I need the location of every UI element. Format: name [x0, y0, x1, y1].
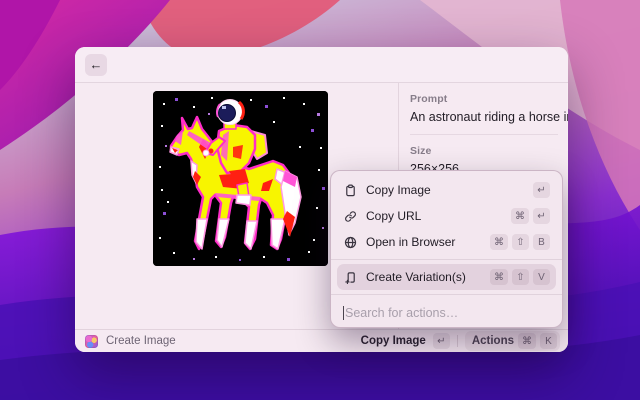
back-button[interactable]: ←: [85, 54, 107, 76]
prompt-label: Prompt: [410, 93, 558, 105]
return-key-badge: ↵: [533, 182, 550, 198]
dalle-app-icon: [85, 335, 98, 348]
window-titlebar: ←: [75, 47, 568, 83]
app-chip: Create Image: [85, 335, 176, 348]
globe-icon: [343, 235, 357, 249]
menu-item-label: Copy Image: [366, 183, 524, 197]
menu-separator: [331, 294, 562, 295]
statusbar-separator: [457, 335, 458, 347]
metadata-panel: Prompt An astronaut riding a horse in… S…: [410, 93, 558, 176]
metadata-separator: [410, 134, 558, 135]
menu-item-create-variations[interactable]: Create Variation(s) ⌘ ⇧ V: [337, 264, 556, 290]
prompt-value: An astronaut riding a horse in…: [410, 110, 558, 124]
menu-item-copy-url[interactable]: Copy URL ⌘ ↵: [337, 203, 556, 229]
menu-separator: [331, 259, 562, 260]
menu-item-open-in-browser[interactable]: Open in Browser ⌘ ⇧ B: [337, 229, 556, 255]
b-key-badge: B: [533, 234, 550, 250]
menu-item-copy-image[interactable]: Copy Image ↵: [337, 177, 556, 203]
generated-image-preview: [153, 91, 328, 266]
screen: ←: [0, 0, 640, 400]
v-key-badge: V: [533, 269, 550, 285]
return-key-badge: ↵: [433, 333, 450, 349]
cmd-key-badge: ⌘: [490, 269, 508, 285]
copy-plus-icon: [343, 270, 357, 284]
cmd-key-badge: ⌘: [511, 208, 529, 224]
return-key-badge: ↵: [533, 208, 550, 224]
k-key-badge: K: [540, 333, 557, 349]
cmd-key-badge: ⌘: [490, 234, 508, 250]
text-caret: [343, 306, 344, 320]
shift-key-badge: ⇧: [512, 234, 529, 250]
actions-popover: Copy Image ↵ Copy URL ⌘ ↵: [330, 170, 563, 328]
actions-label: Actions: [472, 335, 514, 347]
clipboard-icon: [343, 183, 357, 197]
shift-key-badge: ⇧: [512, 269, 529, 285]
status-bar: Create Image Copy Image ↵ Actions ⌘ K: [75, 329, 568, 352]
cmd-key-badge: ⌘: [518, 333, 536, 349]
astronaut-horse-image: [153, 91, 328, 266]
size-label: Size: [410, 145, 558, 157]
actions-search-input[interactable]: [345, 306, 550, 320]
menu-item-label: Copy URL: [366, 209, 502, 223]
link-icon: [343, 209, 357, 223]
back-arrow-icon: ←: [90, 57, 103, 72]
menu-item-label: Open in Browser: [366, 235, 481, 249]
menu-item-label: Create Variation(s): [366, 270, 481, 284]
app-name: Create Image: [106, 335, 176, 347]
actions-search-row: [331, 299, 562, 327]
primary-action-label[interactable]: Copy Image: [361, 335, 426, 347]
actions-button[interactable]: Actions ⌘ K: [465, 331, 560, 351]
